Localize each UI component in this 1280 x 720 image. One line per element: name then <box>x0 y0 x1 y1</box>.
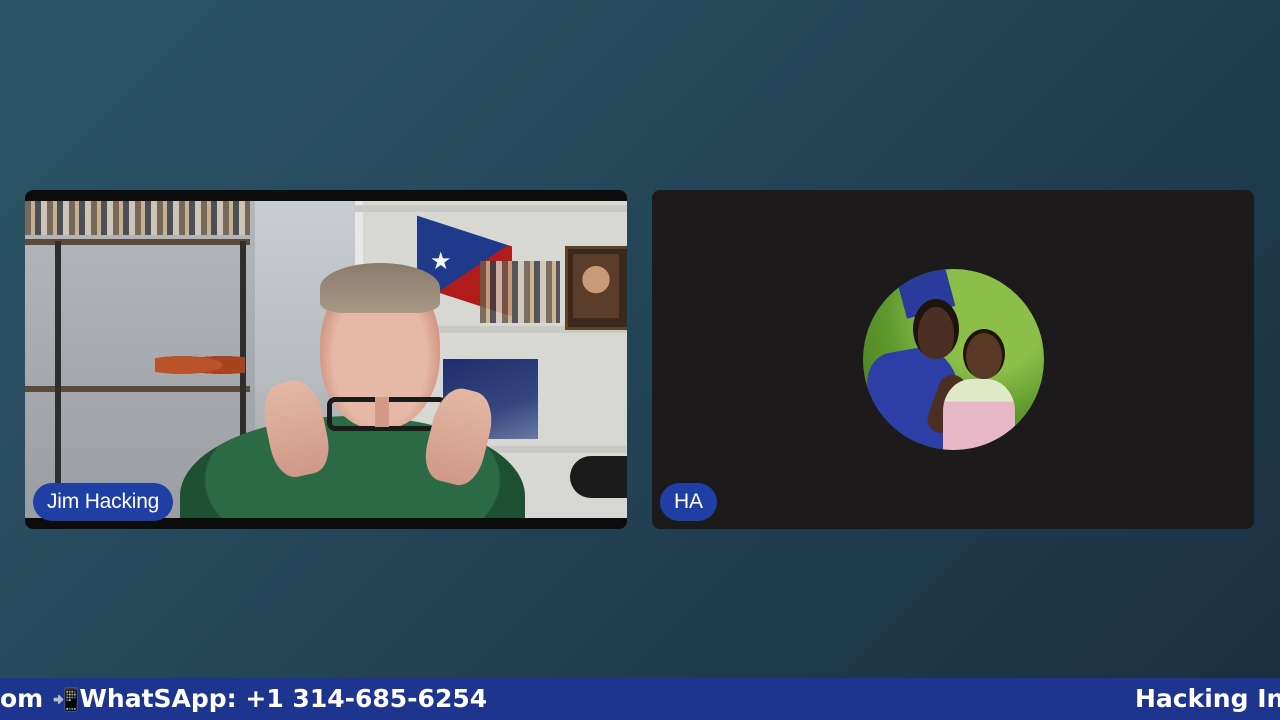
bookcase-shelf <box>355 205 627 212</box>
participant-avatar <box>863 269 1044 450</box>
ticker-whatsapp-text: WhatSApp: +1 314-685-6254 <box>79 684 488 713</box>
video-feed: ★ <box>25 201 627 518</box>
participant-tile-ha[interactable]: HA <box>652 190 1254 529</box>
microphone <box>570 456 627 498</box>
eyeglasses-bridge <box>375 397 389 427</box>
bobblehead-figures <box>480 261 560 323</box>
contact-ticker: om 📲WhatSApp: +1 314-685-6254 Hacking In <box>0 678 1280 720</box>
participant-name-tag: Jim Hacking <box>33 483 174 521</box>
mobile-phone-arrow-icon: 📲 <box>51 688 80 713</box>
avatar-child-face <box>913 299 959 359</box>
portrait-photo <box>573 254 619 318</box>
ticker-lead-text: om <box>0 684 52 713</box>
ticker-scroll: om 📲WhatSApp: +1 314-685-6254 <box>0 684 487 713</box>
ticker-trailing-text: Hacking In <box>1135 684 1280 713</box>
participant-name-tag: HA <box>660 483 717 521</box>
speaker-hair <box>320 263 440 313</box>
participant-tile-jim-hacking[interactable]: ★ Jim Hacking <box>25 190 627 529</box>
avatar-baby-dress <box>943 379 1015 450</box>
avatar-baby-face <box>963 329 1005 379</box>
star-icon: ★ <box>430 247 452 275</box>
figurines-shelf <box>25 201 250 235</box>
sports-gear <box>155 351 245 379</box>
shelf-post <box>55 241 61 518</box>
